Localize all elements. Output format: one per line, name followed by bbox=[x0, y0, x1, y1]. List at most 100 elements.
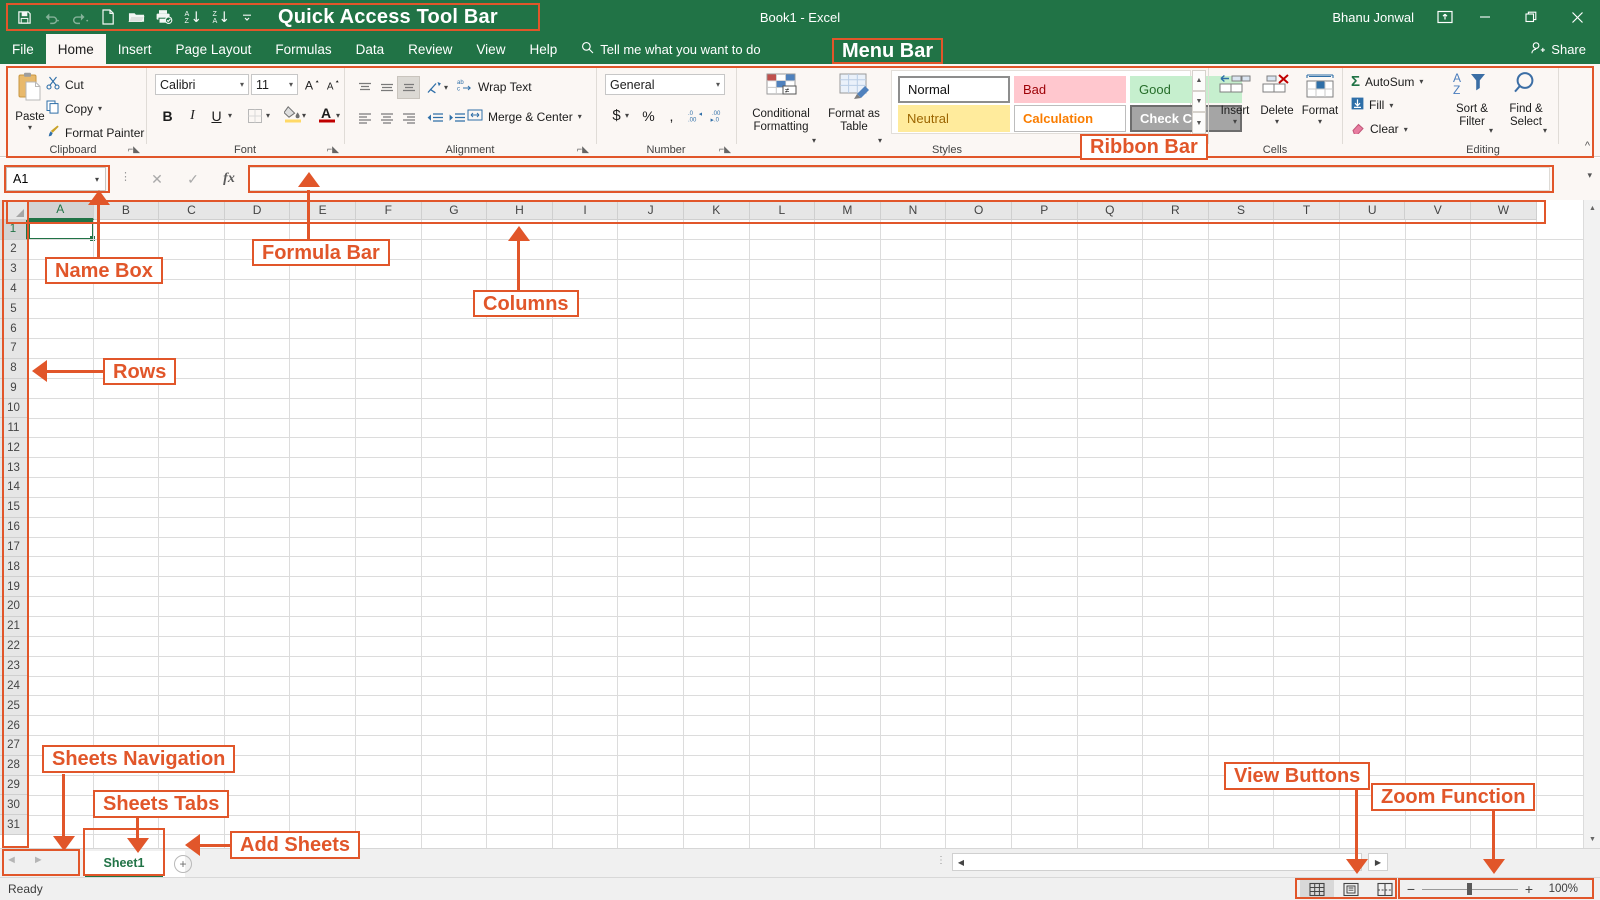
sort-descending-icon[interactable]: ZA bbox=[206, 4, 234, 30]
row-header-5[interactable]: 5 bbox=[0, 299, 28, 320]
column-header-I[interactable]: I bbox=[552, 200, 619, 220]
cell-style-bad[interactable]: Bad bbox=[1014, 76, 1126, 103]
align-middle-button[interactable] bbox=[375, 76, 398, 99]
alignment-dialog-launcher[interactable]: ⌐◣ bbox=[577, 144, 589, 155]
format-chevron-down-icon[interactable]: ▾ bbox=[1318, 117, 1322, 127]
decrease-decimal-button[interactable]: .00.0 bbox=[707, 104, 730, 127]
column-header-H[interactable]: H bbox=[487, 200, 553, 220]
borders-button[interactable] bbox=[243, 104, 266, 127]
hscroll-handle[interactable]: ⋮ bbox=[936, 855, 946, 866]
column-header-V[interactable]: V bbox=[1405, 200, 1472, 220]
print-preview-icon[interactable] bbox=[150, 4, 178, 30]
cell-style-neutral[interactable]: Neutral bbox=[898, 105, 1010, 132]
clipboard-dialog-launcher[interactable]: ⌐◣ bbox=[128, 144, 140, 155]
fill-button[interactable]: Fill ▾ bbox=[1351, 97, 1393, 113]
row-header-10[interactable]: 10 bbox=[0, 398, 28, 419]
row-header-8[interactable]: 8 bbox=[0, 358, 28, 379]
tab-home[interactable]: Home bbox=[45, 34, 106, 64]
clear-chevron-down-icon[interactable]: ▾ bbox=[1404, 125, 1408, 134]
font-size-combo[interactable]: 11 ▾ bbox=[251, 74, 298, 95]
row-header-9[interactable]: 9 bbox=[0, 378, 28, 399]
row-header-6[interactable]: 6 bbox=[0, 319, 28, 340]
autosum-button[interactable]: Σ AutoSum ▾ bbox=[1351, 73, 1423, 90]
cell-style-calculation[interactable]: Calculation bbox=[1014, 105, 1126, 132]
decrease-indent-button[interactable] bbox=[423, 106, 446, 129]
row-header-21[interactable]: 21 bbox=[0, 616, 28, 637]
delete-chevron-down-icon[interactable]: ▾ bbox=[1275, 117, 1279, 127]
scroll-up-icon[interactable]: ▲ bbox=[1584, 200, 1600, 217]
tell-me-search[interactable]: Tell me what you want to do bbox=[569, 34, 772, 64]
row-header-4[interactable]: 4 bbox=[0, 279, 28, 300]
cells-area[interactable] bbox=[28, 220, 1583, 848]
enter-formula-button[interactable]: ✓ bbox=[180, 167, 206, 191]
align-top-button[interactable] bbox=[353, 76, 376, 99]
copy-chevron-down-icon[interactable]: ▾ bbox=[98, 104, 102, 113]
zoom-in-button[interactable]: + bbox=[1518, 881, 1540, 897]
format-cells-button[interactable]: Format ▾ bbox=[1299, 72, 1341, 127]
percent-style-button[interactable]: % bbox=[637, 104, 660, 127]
row-header-16[interactable]: 16 bbox=[0, 517, 28, 538]
italic-button[interactable]: I bbox=[181, 104, 204, 127]
sheet-tab-sheet1[interactable]: Sheet1 bbox=[85, 851, 163, 877]
conditional-formatting-button[interactable]: ≠ Conditional Formatting bbox=[745, 72, 817, 134]
merge-center-button[interactable]: Merge & Center ▾ bbox=[467, 108, 582, 125]
column-header-L[interactable]: L bbox=[749, 200, 816, 220]
row-header-18[interactable]: 18 bbox=[0, 557, 28, 578]
sort-filter-chevron-down-icon[interactable]: ▾ bbox=[1489, 126, 1493, 135]
row-header-23[interactable]: 23 bbox=[0, 656, 28, 677]
number-format-combo[interactable]: General ▾ bbox=[605, 74, 725, 95]
row-header-29[interactable]: 29 bbox=[0, 775, 28, 796]
column-header-O[interactable]: O bbox=[946, 200, 1012, 220]
name-box[interactable]: A1 ▾ bbox=[6, 167, 106, 191]
normal-view-icon[interactable] bbox=[1300, 880, 1334, 899]
clear-button[interactable]: Clear ▾ bbox=[1351, 121, 1408, 137]
zoom-slider[interactable] bbox=[1422, 880, 1518, 898]
underline-button[interactable]: U bbox=[205, 104, 228, 127]
fill-color-chevron-down-icon[interactable]: ▾ bbox=[302, 111, 306, 120]
hscroll-left-icon[interactable]: ◀ bbox=[953, 854, 969, 870]
column-header-W[interactable]: W bbox=[1471, 200, 1537, 220]
add-sheet-button[interactable]: + bbox=[174, 855, 192, 873]
row-header-30[interactable]: 30 bbox=[0, 795, 28, 816]
orientation-button[interactable] bbox=[423, 76, 446, 99]
column-header-U[interactable]: U bbox=[1339, 200, 1406, 220]
cancel-formula-button[interactable]: ✕ bbox=[144, 167, 170, 191]
increase-decimal-button[interactable]: .0.00 bbox=[685, 104, 708, 127]
zoom-percent-label[interactable]: 100% bbox=[1540, 883, 1584, 895]
font-color-button[interactable]: A bbox=[315, 102, 338, 125]
scroll-down-icon[interactable]: ▼ bbox=[1584, 831, 1600, 848]
tab-data[interactable]: Data bbox=[344, 34, 397, 64]
minimize-button[interactable] bbox=[1462, 0, 1508, 34]
font-family-chevron-down-icon[interactable]: ▾ bbox=[234, 80, 244, 89]
insert-cells-button[interactable]: Insert ▾ bbox=[1215, 72, 1255, 127]
tab-file[interactable]: File bbox=[0, 34, 46, 64]
row-header-17[interactable]: 17 bbox=[0, 537, 28, 558]
undo-icon[interactable] bbox=[38, 4, 66, 30]
sort-ascending-icon[interactable]: AZ bbox=[178, 4, 206, 30]
align-center-button[interactable] bbox=[375, 106, 398, 129]
ribbon-display-options-icon[interactable] bbox=[1428, 0, 1462, 34]
column-header-R[interactable]: R bbox=[1143, 200, 1209, 220]
fill-chevron-down-icon[interactable]: ▾ bbox=[1389, 101, 1393, 110]
open-folder-icon[interactable] bbox=[122, 4, 150, 30]
styles-more-icon[interactable]: ▼ bbox=[1192, 112, 1206, 134]
zoom-out-button[interactable]: − bbox=[1400, 881, 1422, 897]
accounting-chevron-down-icon[interactable]: ▾ bbox=[625, 111, 629, 120]
font-family-combo[interactable]: Calibri ▾ bbox=[155, 74, 249, 95]
font-color-chevron-down-icon[interactable]: ▾ bbox=[336, 111, 340, 120]
font-size-chevron-down-icon[interactable]: ▾ bbox=[283, 80, 293, 89]
insert-chevron-down-icon[interactable]: ▾ bbox=[1233, 117, 1237, 127]
font-dialog-launcher[interactable]: ⌐◣ bbox=[327, 144, 339, 155]
wrap-text-button[interactable]: ab c Wrap Text bbox=[457, 78, 532, 95]
row-header-22[interactable]: 22 bbox=[0, 636, 28, 657]
insert-function-button[interactable]: fx bbox=[216, 167, 242, 191]
styles-scroll-down-icon[interactable]: ▼ bbox=[1192, 91, 1206, 112]
name-box-chevron-down-icon[interactable]: ▾ bbox=[95, 175, 99, 184]
align-left-button[interactable] bbox=[353, 106, 376, 129]
number-dialog-launcher[interactable]: ⌐◣ bbox=[719, 144, 731, 155]
decrease-font-size-button[interactable]: A bbox=[321, 73, 344, 96]
row-header-3[interactable]: 3 bbox=[0, 259, 28, 280]
sort-filter-button[interactable]: AZ Sort & Filter bbox=[1445, 70, 1499, 129]
horizontal-scrollbar[interactable]: ◀ bbox=[952, 853, 1362, 871]
tab-insert[interactable]: Insert bbox=[106, 34, 164, 64]
